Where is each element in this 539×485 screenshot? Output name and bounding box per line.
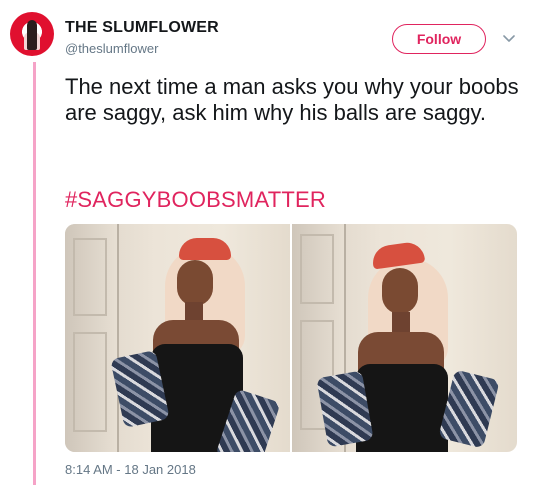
chevron-down-icon[interactable] bbox=[502, 31, 516, 45]
hashtag-link[interactable]: #SAGGYBOOBSMATTER bbox=[65, 187, 326, 213]
photo-1[interactable] bbox=[65, 224, 290, 452]
thread-line bbox=[33, 62, 36, 485]
door-panel bbox=[300, 234, 334, 304]
author-handle[interactable]: @theslumflower bbox=[65, 41, 158, 56]
person-face bbox=[382, 268, 418, 314]
avatar[interactable] bbox=[10, 12, 54, 56]
tweet-text: The next time a man asks you why your bo… bbox=[65, 74, 519, 125]
door-panel bbox=[73, 238, 107, 316]
author-display-name[interactable]: THE SLUMFLOWER bbox=[65, 19, 219, 37]
person-face bbox=[177, 260, 213, 306]
person-bandana bbox=[179, 238, 231, 260]
door bbox=[65, 224, 119, 452]
media-grid bbox=[65, 224, 517, 452]
follow-button[interactable]: Follow bbox=[392, 24, 486, 54]
tweet-card: THE SLUMFLOWER @theslumflower Follow The… bbox=[0, 0, 539, 485]
avatar-figure bbox=[27, 20, 37, 50]
photo-2[interactable] bbox=[292, 224, 517, 452]
tweet-timestamp[interactable]: 8:14 AM - 18 Jan 2018 bbox=[65, 462, 196, 477]
door-panel bbox=[73, 332, 107, 432]
